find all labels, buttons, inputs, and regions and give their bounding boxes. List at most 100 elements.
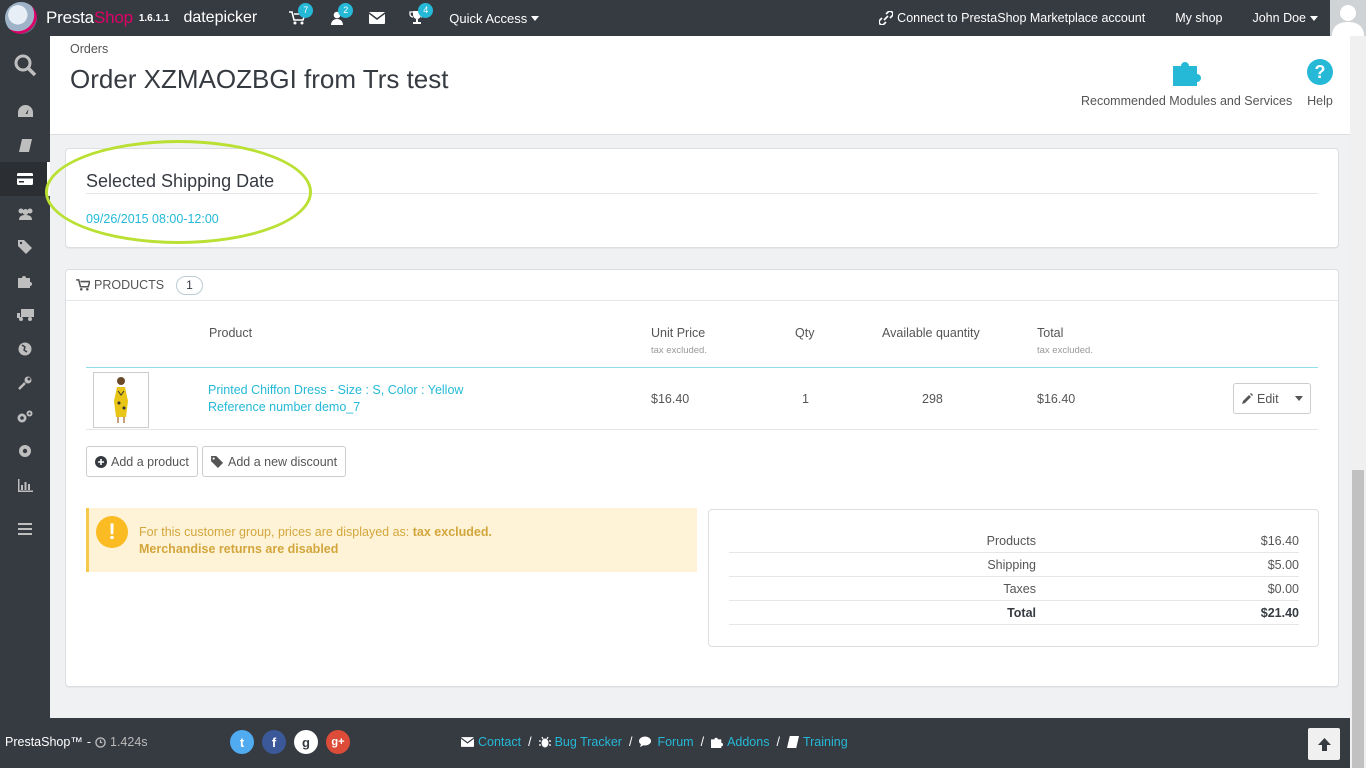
google-plus-icon[interactable]: g+ — [326, 730, 350, 754]
user-menu[interactable]: John Doe — [1252, 11, 1318, 25]
orders-notification[interactable]: 7 — [277, 0, 317, 36]
add-product-button[interactable]: Add a product — [86, 446, 198, 477]
footer-link-forum[interactable]: Forum — [657, 735, 693, 749]
back-to-top-button[interactable] — [1308, 728, 1340, 760]
avatar[interactable] — [1330, 0, 1366, 36]
footer-brand: PrestaShop™ - 1.424s — [5, 735, 148, 749]
sidebar-item-price-rules[interactable] — [0, 230, 50, 264]
truck-icon — [16, 309, 34, 321]
wrench-icon — [18, 376, 32, 390]
footer: PrestaShop™ - 1.424s t f g g+ Contact / B… — [0, 718, 1350, 768]
bar-chart-icon — [17, 478, 33, 492]
help-label: Help — [1307, 94, 1333, 108]
product-available-qty: 298 — [922, 392, 943, 406]
column-qty-label: Qty — [795, 326, 815, 340]
product-name[interactable]: Printed Chiffon Dress - Size : S, Color … — [208, 382, 463, 399]
footer-sep: / — [700, 735, 705, 749]
messages-notification[interactable] — [357, 0, 397, 36]
sidebar-item-administration[interactable] — [0, 434, 50, 468]
totals-row-shipping: Shipping $5.00 — [729, 553, 1299, 577]
marketplace-label: Connect to PrestaShop Marketplace accoun… — [897, 11, 1146, 25]
sidebar-item-shipping[interactable] — [0, 298, 50, 332]
footer-links: Contact / Bug Tracker / Forum / Addons / Tra… — [461, 735, 848, 749]
dress-image — [114, 377, 128, 423]
sidebar-item-preferences[interactable] — [0, 366, 50, 400]
sidebar-item-catalog[interactable] — [0, 128, 50, 162]
footer-link-addons[interactable]: Addons — [727, 735, 769, 749]
sidebar-item-stats[interactable] — [0, 468, 50, 502]
column-product-label: Product — [209, 326, 253, 340]
marketplace-link[interactable]: Connect to PrestaShop Marketplace accoun… — [879, 11, 1145, 25]
footer-link-contact[interactable]: Contact — [478, 735, 521, 749]
sidebar-item-localization[interactable] — [0, 332, 50, 366]
social-links: t f g g+ — [230, 730, 350, 754]
puzzle-icon — [711, 737, 724, 748]
sidebar-item-modules[interactable] — [0, 264, 50, 298]
shop-name-link[interactable]: datepicker — [183, 9, 257, 27]
menu-icon — [18, 523, 32, 535]
top-header: PrestaShop 1.6.1.1 datepicker 7 2 4 Quic… — [0, 0, 1366, 36]
github-icon[interactable]: g — [294, 730, 318, 754]
help-icon: ? — [1307, 59, 1333, 85]
column-header-product: Product — [209, 326, 252, 340]
customers-notification[interactable]: 2 — [317, 0, 357, 36]
footer-load-time: 1.424s — [110, 735, 148, 749]
recommended-modules-button[interactable]: Recommended Modules and Services — [1081, 56, 1292, 108]
search-icon — [14, 54, 37, 77]
edit-product-button[interactable]: Edit — [1234, 392, 1288, 406]
help-button[interactable]: ? Help — [1307, 56, 1333, 108]
pencil-icon — [1242, 393, 1253, 404]
product-unit-price: $16.40 — [651, 392, 690, 406]
quick-access-menu[interactable]: Quick Access — [449, 11, 540, 26]
page-scrollbar[interactable] — [1350, 36, 1366, 768]
product-thumbnail[interactable] — [93, 372, 149, 428]
footer-link-training[interactable]: Training — [803, 735, 848, 749]
caret-down-icon — [531, 15, 540, 21]
column-header-available: Available quantity — [882, 326, 980, 340]
recommended-modules-label: Recommended Modules and Services — [1081, 94, 1293, 108]
shipping-date-value[interactable]: 09/26/2015 08:00-12:00 — [86, 212, 219, 226]
row-divider — [86, 429, 1318, 430]
footer-dash: - — [86, 735, 91, 749]
version-label: 1.6.1.1 — [138, 12, 170, 24]
twitter-icon[interactable]: t — [230, 730, 254, 754]
product-reference[interactable]: Reference number demo_7 — [208, 399, 463, 416]
sidebar-item-dashboard[interactable] — [0, 94, 50, 128]
breadcrumb[interactable]: Orders — [70, 42, 108, 56]
column-header-unit-price: Unit Price tax excluded. — [651, 326, 707, 356]
totals-value: $16.40 — [1260, 534, 1299, 548]
my-shop-link[interactable]: My shop — [1175, 11, 1222, 25]
warning-text: For this customer group, prices are disp… — [139, 524, 492, 558]
sidebar-collapse-toggle[interactable] — [0, 512, 50, 546]
page-title: Order XZMAOZBGI from Trs test — [70, 64, 449, 94]
product-total: $16.40 — [1037, 392, 1076, 406]
footer-sep: / — [528, 735, 532, 749]
edit-product-button-group: Edit — [1233, 383, 1311, 414]
column-available-label: Available quantity — [882, 326, 980, 340]
sidebar-item-orders[interactable] — [0, 162, 50, 196]
add-product-label: Add a product — [111, 454, 189, 469]
achievements-notification[interactable]: 4 — [397, 0, 437, 36]
scrollbar-thumb[interactable] — [1352, 470, 1364, 768]
totals-label: Shipping — [987, 558, 1036, 572]
book-icon — [18, 138, 32, 152]
column-header-qty: Qty — [795, 326, 814, 340]
product-name-link[interactable]: Printed Chiffon Dress - Size : S, Color … — [208, 382, 463, 416]
gears-icon — [17, 410, 33, 423]
edit-dropdown-toggle[interactable] — [1288, 384, 1310, 413]
globe-icon — [18, 342, 32, 356]
tax-warning-alert: ! For this customer group, prices are di… — [86, 508, 697, 572]
add-discount-button[interactable]: Add a new discount — [202, 446, 347, 477]
sidebar-item-advanced[interactable] — [0, 400, 50, 434]
sidebar-item-customers[interactable] — [0, 196, 50, 230]
column-total-sub: tax excluded. — [1037, 345, 1093, 356]
product-qty: 1 — [802, 392, 809, 406]
sidebar-search[interactable] — [0, 36, 50, 94]
totals-row-products: Products $16.40 — [729, 529, 1299, 553]
prestashop-logo[interactable] — [0, 0, 42, 36]
footer-link-bug-tracker[interactable]: Bug Tracker — [555, 735, 622, 749]
facebook-icon[interactable]: f — [262, 730, 286, 754]
customers-badge: 2 — [338, 3, 354, 18]
users-icon — [18, 208, 32, 220]
brand-name[interactable]: PrestaShop — [46, 8, 133, 28]
